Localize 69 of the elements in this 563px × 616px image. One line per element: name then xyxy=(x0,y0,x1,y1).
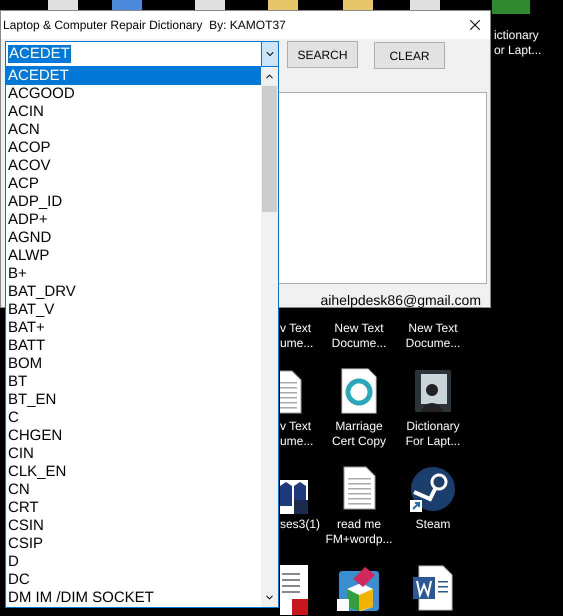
desktop-icon-label: v Text xyxy=(280,419,312,434)
dropdown-option[interactable]: ACP xyxy=(6,175,261,193)
desktop-icon-label: ses3(1) xyxy=(280,517,320,532)
dropdown-option[interactable]: ACEDET xyxy=(6,67,261,85)
dropdown-option[interactable]: ACGOOD xyxy=(6,85,261,103)
definition-text-area[interactable] xyxy=(278,92,487,284)
dropdown-option[interactable]: ALWP xyxy=(6,247,261,265)
dropdown-option[interactable]: DM IM /DIM SOCKET xyxy=(6,589,261,607)
dropdown-value: ACEDET xyxy=(8,45,71,63)
desktop-icon xyxy=(195,0,225,10)
dropdown-option[interactable]: CLK_EN xyxy=(6,463,261,481)
search-button[interactable]: SEARCH xyxy=(287,41,358,68)
desktop-icon-label: New Text xyxy=(334,321,384,336)
desktop-icon-label: Marriage xyxy=(335,419,383,434)
desktop-icon-label: read me xyxy=(336,517,382,532)
word-document-icon xyxy=(413,565,453,611)
desktop-icon xyxy=(112,0,142,10)
dropdown-option[interactable]: ACIN xyxy=(6,103,261,121)
dropdown-option[interactable]: BATT xyxy=(6,337,261,355)
desktop-icon-label: ume... xyxy=(280,336,314,351)
dropdown-option[interactable]: AGND xyxy=(6,229,261,247)
desktop-icon xyxy=(48,0,78,10)
desktop-icon-label: or Lapt... xyxy=(494,43,542,58)
file-icon xyxy=(341,368,377,414)
desktop-icon xyxy=(343,0,373,10)
dropdown-option[interactable]: BAT_V xyxy=(6,301,261,319)
folder-icon xyxy=(413,368,453,414)
term-dropdown[interactable]: ACEDET xyxy=(5,41,279,67)
dropdown-option[interactable]: BT_EN xyxy=(6,391,261,409)
desktop-icon-label: Docume... xyxy=(406,336,460,351)
window-title: Laptop & Computer Repair Dictionary By: KAMOT37 xyxy=(3,17,286,34)
contact-email: aihelpdesk86@gmail.com xyxy=(320,291,481,310)
desktop-icon-label: ictionary xyxy=(494,28,539,43)
dropdown-option[interactable]: C xyxy=(6,409,261,427)
dropdown-option[interactable]: BAT+ xyxy=(6,319,261,337)
dropdown-option[interactable]: BOM xyxy=(6,355,261,373)
dropdown-option[interactable]: D xyxy=(6,553,261,571)
steam-icon xyxy=(410,466,456,512)
desktop-icon xyxy=(410,0,440,10)
dropdown-option[interactable]: ADP+ xyxy=(6,211,261,229)
desktop-icon xyxy=(268,0,298,10)
dropdown-option[interactable]: ACN xyxy=(6,121,261,139)
dropdown-option[interactable]: B+ xyxy=(6,265,261,283)
dropdown-option[interactable]: ACOP xyxy=(6,139,261,157)
package-icon xyxy=(337,565,381,611)
desktop-icon-label: ume... xyxy=(280,434,314,449)
desktop-icon-label: Cert Copy xyxy=(332,434,386,449)
dropdown-option[interactable]: CSIN xyxy=(6,517,261,535)
dropdown-option[interactable]: ADP_ID xyxy=(6,193,261,211)
desktop-icon-label: New Text xyxy=(408,321,458,336)
dropdown-option[interactable]: CHGEN xyxy=(6,427,261,445)
dropdown-option[interactable]: BT xyxy=(6,373,261,391)
desktop-icon-label: FM+wordp... xyxy=(325,532,393,547)
desktop-icon-label: Steam xyxy=(416,517,450,532)
clear-button[interactable]: CLEAR xyxy=(374,42,445,69)
desktop-icon-label: Docume... xyxy=(332,336,386,351)
dropdown-option[interactable]: BAT_DRV xyxy=(6,283,261,301)
desktop-icon-label: v Text xyxy=(280,321,312,336)
dropdown-option[interactable]: CSIP xyxy=(6,535,261,553)
dropdown-option[interactable]: ACOV xyxy=(6,157,261,175)
dropdown-option[interactable]: CN xyxy=(6,481,261,499)
dropdown-option[interactable]: DC xyxy=(6,571,261,589)
dropdown-option[interactable]: CIN xyxy=(6,445,261,463)
desktop-icon-label: For Lapt... xyxy=(406,434,460,449)
dropdown-option[interactable]: CRT xyxy=(6,499,261,517)
document-icon xyxy=(342,466,376,510)
scrollbar[interactable] xyxy=(261,67,278,607)
scroll-thumb[interactable] xyxy=(262,86,277,212)
desktop-icon-label: Dictionary xyxy=(406,419,460,434)
